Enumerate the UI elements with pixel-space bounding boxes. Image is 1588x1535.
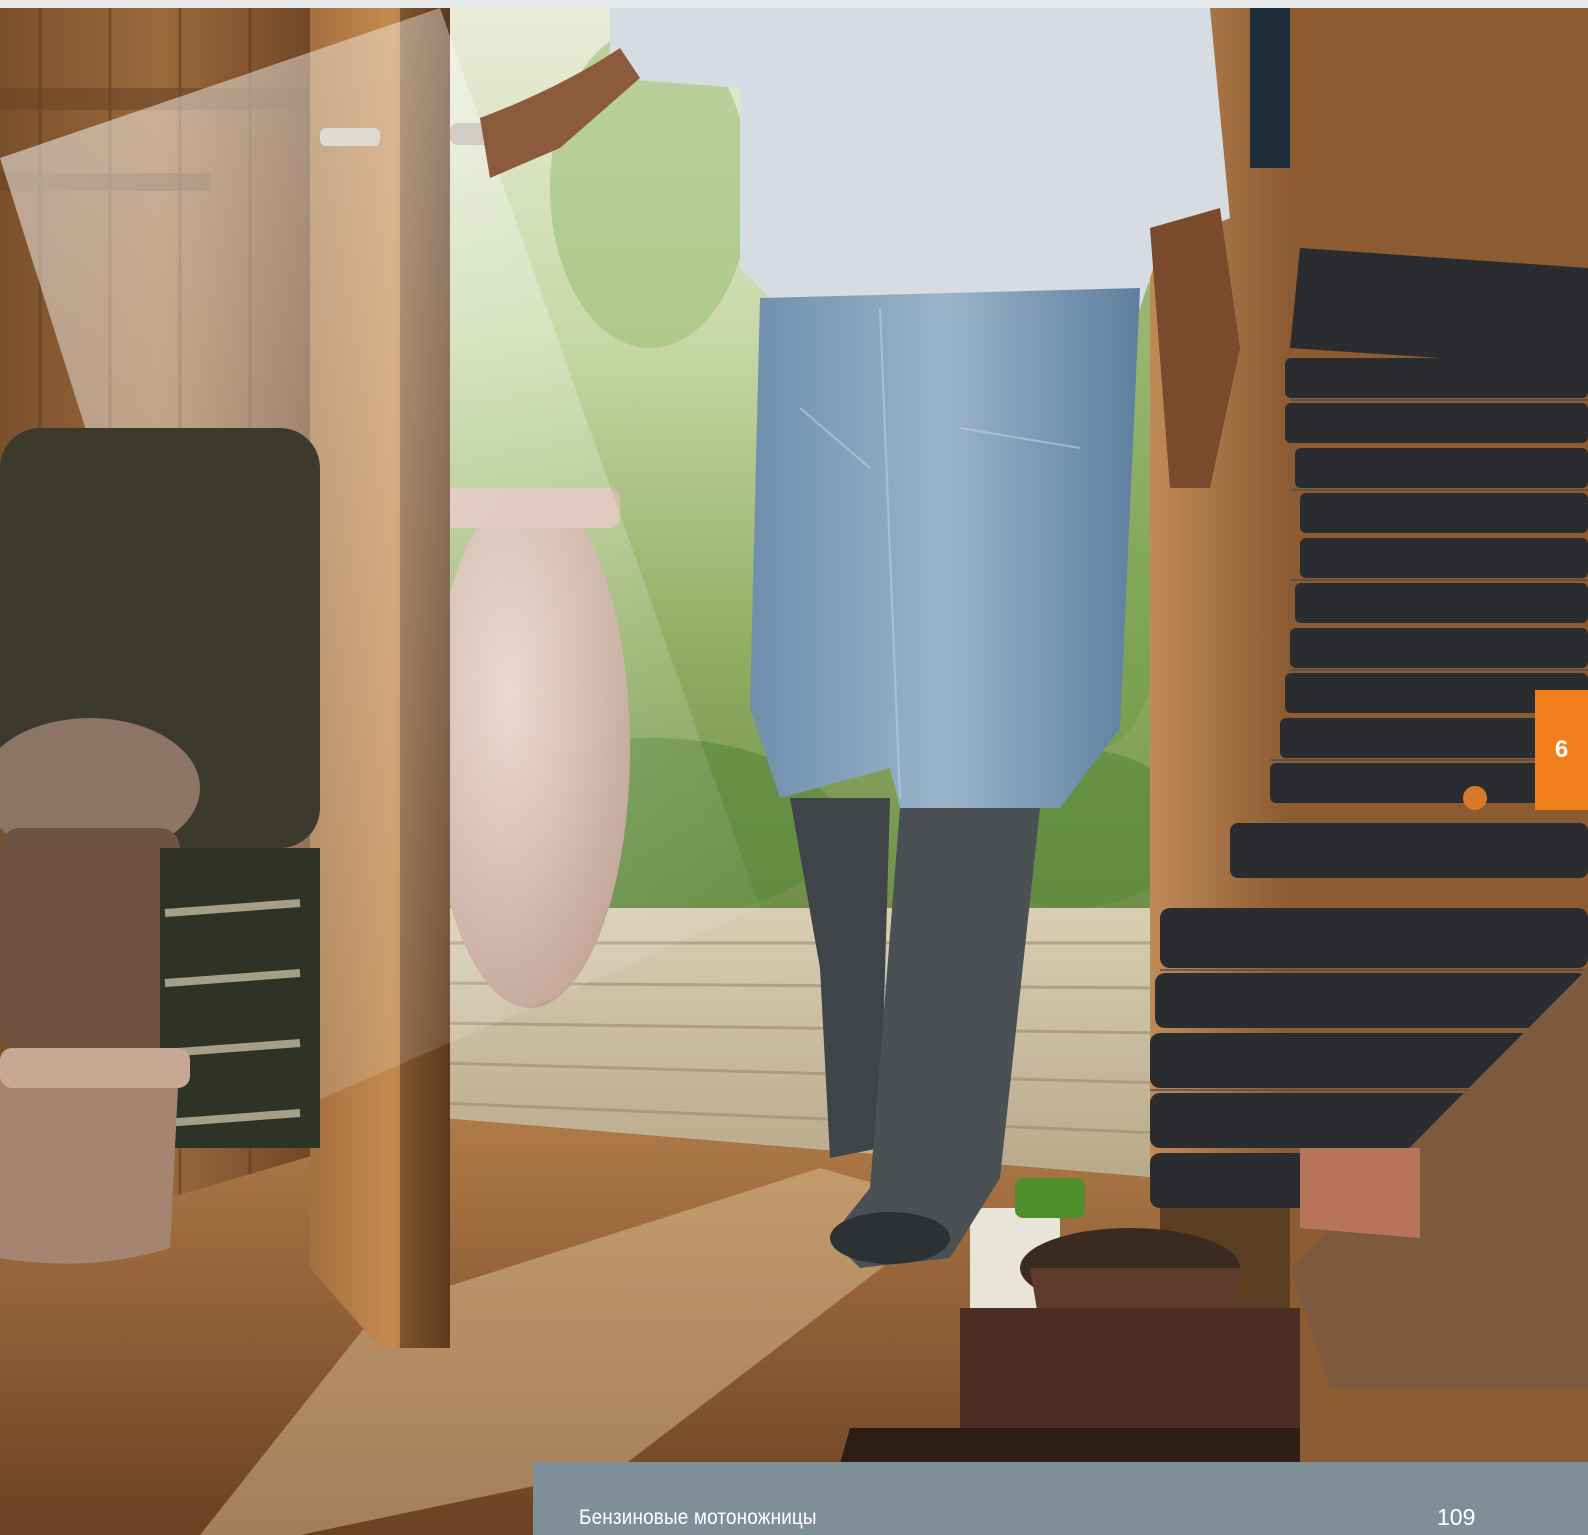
catalog-page: 6 Бензиновые мотоножницы 109 [0, 0, 1588, 1535]
chapter-number: 6 [1554, 736, 1569, 763]
page-number: 109 [1437, 1504, 1476, 1530]
footer-bar: Бензиновые мотоножницы 109 [533, 1462, 1588, 1535]
garden-shed-photo [0, 8, 1588, 1535]
top-rule [0, 0, 1588, 8]
chapter-tab: 6 [1535, 690, 1588, 810]
footer-section-title: Бензиновые мотоножницы [579, 1506, 817, 1529]
